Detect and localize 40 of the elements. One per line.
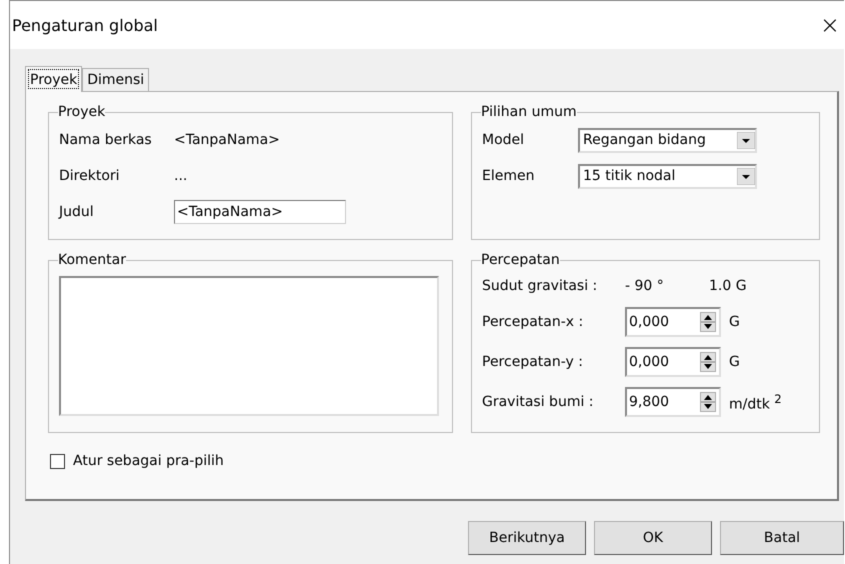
tab[interactable]: Dimensi (82, 68, 150, 91)
dropdown[interactable]: 15 titik nodal (578, 164, 757, 188)
spin-field[interactable]: 9,800 (625, 387, 721, 417)
field-label: Elemen (482, 168, 536, 184)
field-label: Model (482, 132, 526, 148)
group-title: Proyek (58, 104, 106, 120)
dropdown-arrow-icon (737, 132, 755, 148)
field-label: Percepatan-x : (482, 314, 584, 330)
spin-arrows-icon (700, 392, 716, 412)
spin-field[interactable]: 0,000 (625, 307, 721, 337)
field-label: Sudut gravitasi : (482, 278, 598, 294)
close-button[interactable]: × (816, 11, 844, 39)
field-label: Percepatan-y : (482, 354, 584, 370)
checkbox[interactable] (50, 454, 65, 468)
group-title: Pilihan umum (481, 104, 577, 120)
unit-label: G (729, 354, 740, 370)
field-value: ... (174, 168, 188, 184)
unit-label: G (729, 314, 740, 330)
dialog-button[interactable]: Berikutnya (468, 521, 586, 555)
spin-field[interactable]: 0,000 (625, 347, 721, 377)
angle-value: - 90 ° (625, 278, 665, 294)
field-label: Gravitasi bumi : (482, 394, 595, 410)
title-input[interactable]: <TanpaNama> (174, 200, 346, 224)
field-label: Judul (59, 204, 95, 220)
spin-arrows-icon (700, 312, 716, 332)
magnitude-value: 1.0 G (709, 278, 747, 294)
field-value: <TanpaNama> (174, 132, 280, 148)
group-title: Percepatan (481, 252, 560, 268)
group-title: Komentar (58, 252, 126, 268)
dialog-button[interactable]: OK (594, 521, 712, 555)
comment-field[interactable] (59, 276, 439, 416)
field-label: Nama berkas (59, 132, 153, 148)
spin-arrows-icon (700, 352, 716, 372)
dropdown-arrow-icon (737, 168, 755, 184)
dropdown[interactable]: Regangan bidang (578, 128, 757, 152)
window-title: Pengaturan global (12, 16, 158, 34)
dialog-button[interactable]: Batal (720, 521, 844, 555)
unit-label: m/dtk $^{2}$ (729, 392, 782, 412)
tab[interactable]: Proyek (25, 66, 82, 92)
field-label: Direktori (59, 168, 121, 184)
